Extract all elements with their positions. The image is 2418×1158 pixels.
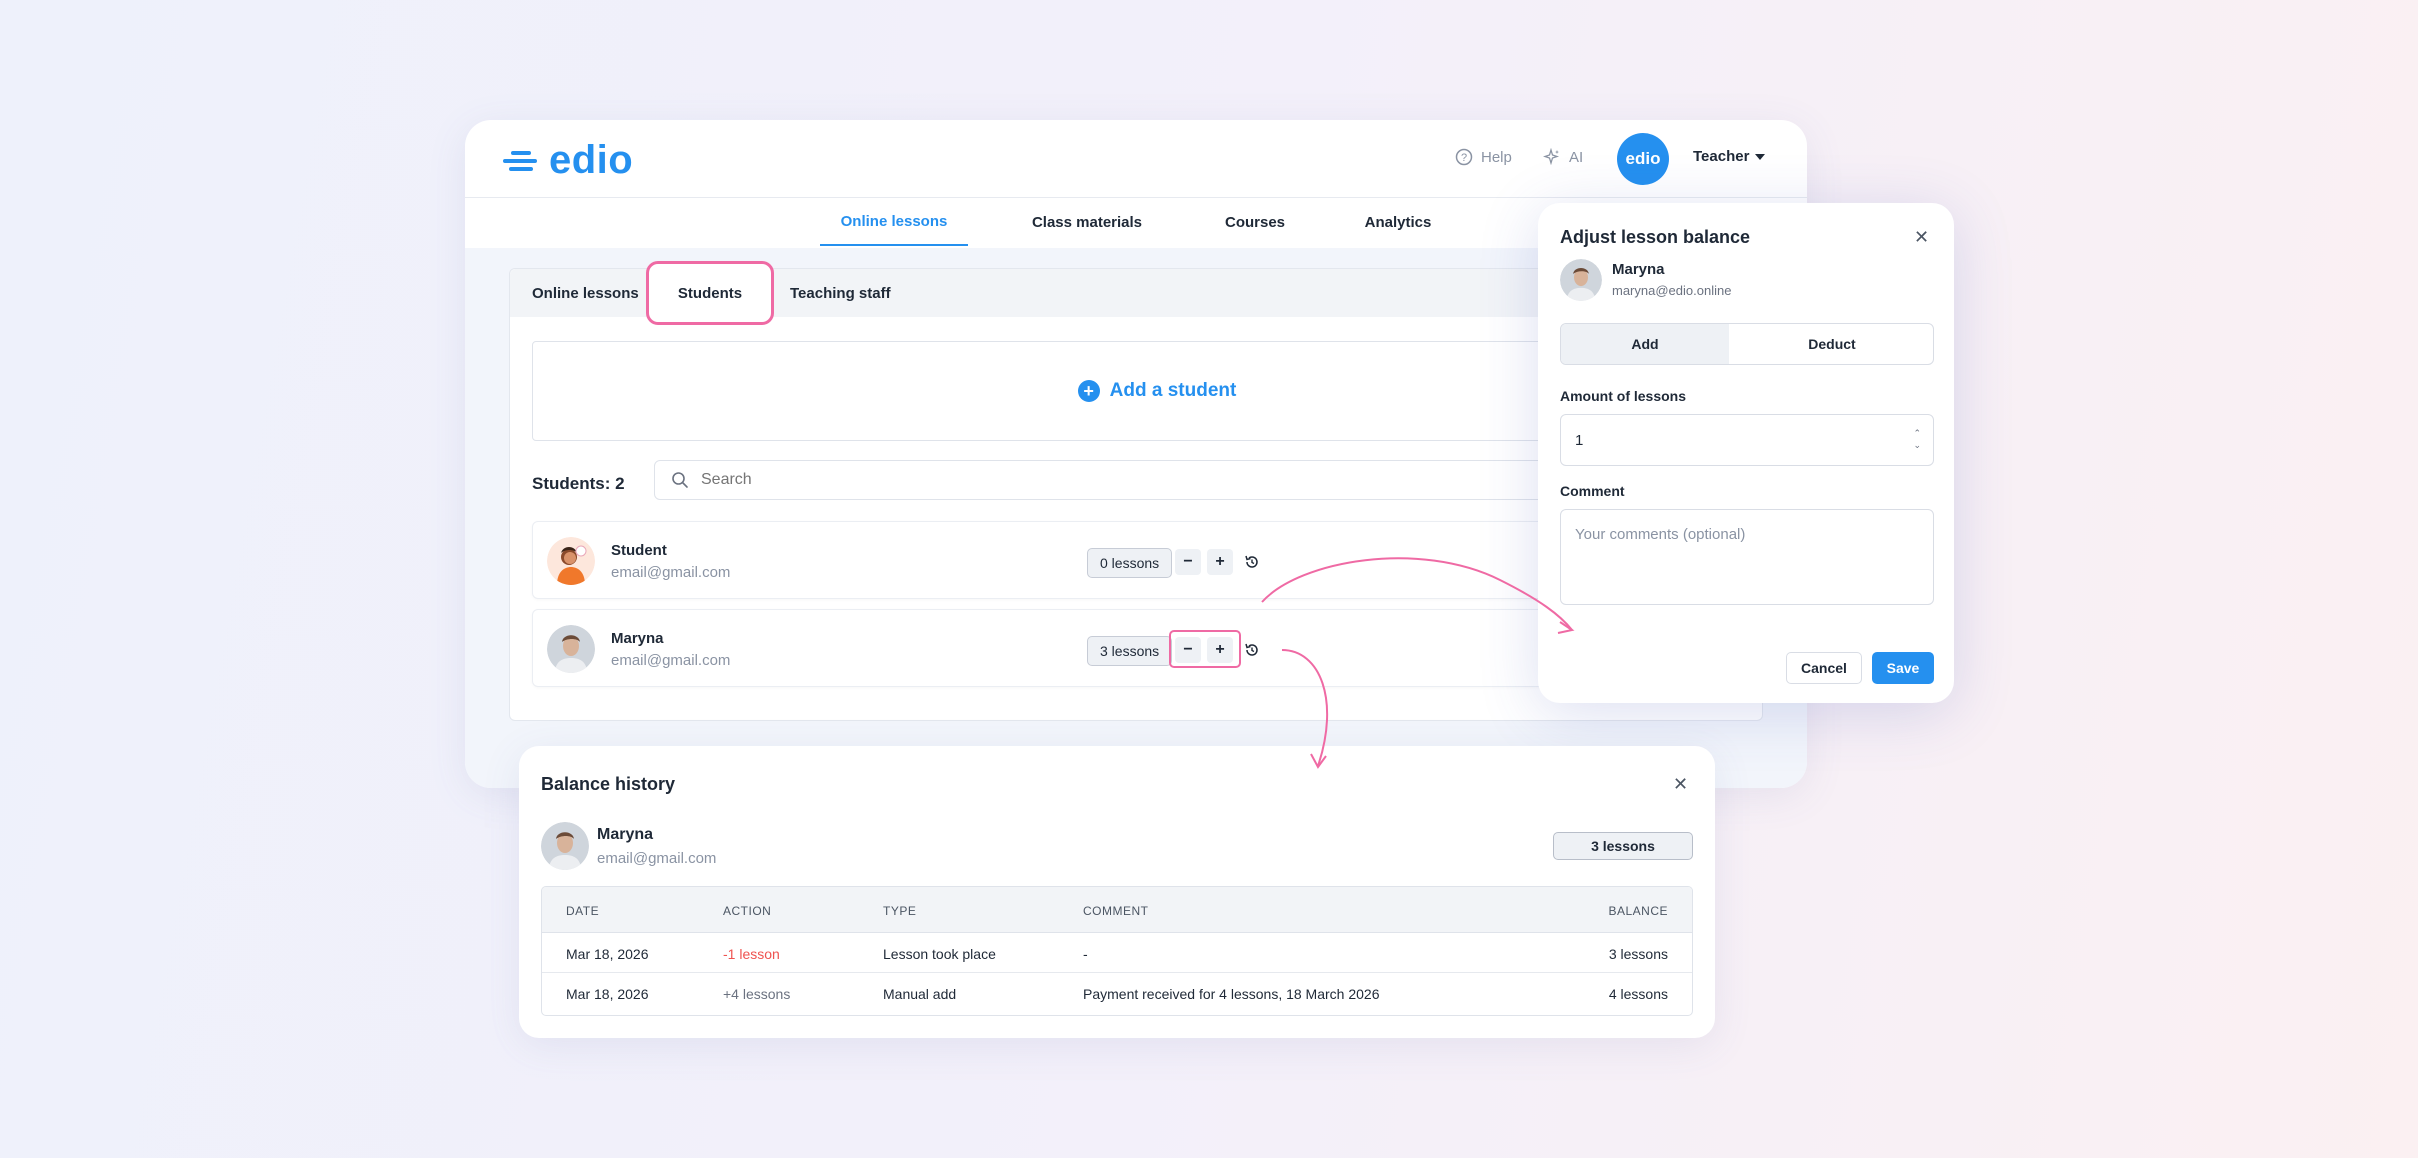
cell-comment: Payment received for 4 lessons, 18 March… <box>1083 986 1380 1002</box>
student-email: email@gmail.com <box>611 564 731 581</box>
balance-badge: 3 lessons <box>1553 832 1693 860</box>
tab-analytics[interactable]: Analytics <box>1353 198 1443 246</box>
amount-value: 1 <box>1575 431 1584 449</box>
svg-text:?: ? <box>1461 152 1467 164</box>
cell-action: -1 lesson <box>723 946 780 962</box>
add-deduct-toggle: Add Deduct <box>1560 323 1934 365</box>
tab-courses[interactable]: Courses <box>1210 198 1300 246</box>
comment-field[interactable]: Your comments (optional) <box>1560 509 1934 605</box>
add-student-label: Add a student <box>1109 380 1237 401</box>
cell-date: Mar 18, 2026 <box>566 986 649 1002</box>
tab-online-lessons[interactable]: Online lessons <box>820 198 968 246</box>
cell-action: +4 lessons <box>723 986 791 1002</box>
plus-circle-icon: + <box>1077 380 1100 402</box>
students-count: Students: 2 <box>532 474 625 493</box>
deduct-option[interactable]: Deduct <box>1729 324 1933 364</box>
adjust-balance-modal: Adjust lesson balance ✕ Maryna maryna@ed… <box>1538 203 1954 703</box>
modal-title: Adjust lesson balance <box>1560 227 1751 247</box>
balance-history-panel: Balance history ✕ Maryna email@gmail.com… <box>519 746 1715 1038</box>
sparkle-icon <box>1543 148 1560 166</box>
cell-comment: - <box>1083 946 1088 962</box>
amount-label: Amount of lessons <box>1560 388 1687 404</box>
logo-text: edio <box>549 138 634 182</box>
modal-user-name: Maryna <box>1612 261 1665 278</box>
user-avatar[interactable]: edio <box>1617 133 1669 185</box>
column-action: Action <box>723 904 772 918</box>
close-icon[interactable]: ✕ <box>1914 227 1929 248</box>
column-type: Type <box>883 904 917 918</box>
help-label: Help <box>1481 148 1512 166</box>
logo-mark-icon <box>503 149 539 173</box>
comment-placeholder: Your comments (optional) <box>1575 526 1746 543</box>
cell-type: Manual add <box>883 986 957 1002</box>
history-user-name: Maryna <box>597 826 654 843</box>
user-role-label: Teacher <box>1693 148 1750 165</box>
cell-type: Lesson took place <box>883 946 996 962</box>
help-link[interactable]: ? Help <box>1455 148 1512 166</box>
column-date: Date <box>566 904 600 918</box>
avatar <box>547 625 595 673</box>
spinner-arrows-icon[interactable]: ⌃ ⌄ <box>1913 427 1921 451</box>
table-row: Mar 18, 2026 -1 lesson Lesson took place… <box>542 933 1692 973</box>
student-email: email@gmail.com <box>611 652 731 669</box>
table-header: Date Action Type Comment Balance <box>542 887 1692 933</box>
ai-label: AI <box>1569 148 1584 166</box>
add-option[interactable]: Add <box>1561 324 1729 364</box>
amount-stepper[interactable]: 1 ⌃ ⌄ <box>1560 414 1934 466</box>
history-icon[interactable] <box>1243 641 1261 659</box>
user-role-dropdown[interactable]: Teacher <box>1693 148 1766 165</box>
avatar <box>1560 259 1602 301</box>
modal-user-email: maryna@edio.online <box>1612 283 1732 298</box>
close-icon[interactable]: ✕ <box>1673 774 1688 795</box>
column-balance: Balance <box>1608 904 1668 918</box>
history-icon[interactable] <box>1243 553 1261 571</box>
save-button[interactable]: Save <box>1872 652 1934 684</box>
subtab-teaching-staff[interactable]: Teaching staff <box>790 269 891 317</box>
comment-label: Comment <box>1560 483 1625 499</box>
decrement-button[interactable]: − <box>1175 549 1201 575</box>
student-name: Maryna <box>611 630 664 647</box>
column-comment: Comment <box>1083 904 1149 918</box>
lesson-balance-badge: 0 lessons <box>1087 548 1173 578</box>
ai-link[interactable]: AI <box>1543 148 1583 166</box>
logo[interactable]: edio <box>503 138 633 183</box>
cell-balance: 3 lessons <box>1608 946 1668 962</box>
caret-down-icon <box>1755 153 1766 160</box>
cell-date: Mar 18, 2026 <box>566 946 649 962</box>
cell-balance: 4 lessons <box>1608 986 1668 1002</box>
tab-class-materials[interactable]: Class materials <box>1017 198 1157 246</box>
top-bar: edio ? Help AI edio Teacher <box>465 120 1807 198</box>
history-user-email: email@gmail.com <box>597 850 717 867</box>
search-input[interactable] <box>701 471 1601 489</box>
help-icon: ? <box>1455 148 1473 166</box>
search-icon <box>672 472 688 488</box>
increment-button[interactable]: + <box>1207 549 1233 575</box>
avatar <box>541 822 589 870</box>
subtab-students[interactable]: Students <box>646 261 774 325</box>
increment-button[interactable]: + <box>1207 637 1233 663</box>
decrement-button[interactable]: − <box>1175 637 1201 663</box>
student-name: Student <box>611 542 667 559</box>
lesson-balance-badge: 3 lessons <box>1087 636 1173 666</box>
cancel-button[interactable]: Cancel <box>1786 652 1862 684</box>
table-row: Mar 18, 2026 +4 lessons Manual add Payme… <box>542 973 1692 1013</box>
subtab-online-lessons[interactable]: Online lessons <box>532 269 639 317</box>
avatar <box>547 537 595 585</box>
history-title: Balance history <box>541 774 676 794</box>
history-table: Date Action Type Comment Balance Mar 18,… <box>541 886 1693 1016</box>
